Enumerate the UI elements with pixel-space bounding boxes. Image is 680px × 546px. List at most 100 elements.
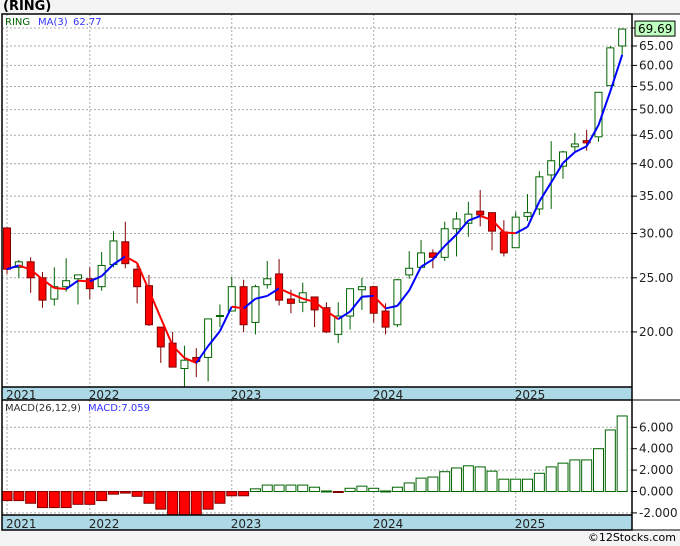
macd-bar-positive bbox=[380, 490, 392, 493]
price-y-tick-label: 65.00 bbox=[639, 39, 673, 53]
macd-x-tick-label: 2022 bbox=[89, 517, 120, 531]
candle-down bbox=[476, 210, 485, 216]
candle-up bbox=[452, 218, 461, 230]
macd-y-tick-label: 0.000 bbox=[639, 485, 673, 499]
macd-bar-positive bbox=[522, 478, 534, 493]
macd-bar-positive bbox=[368, 487, 380, 493]
macd-bar-negative bbox=[72, 491, 84, 505]
macd-bar-negative bbox=[13, 491, 25, 502]
chart-svg: 20.00 25.00 30.00 35.00 40.00 45.00 50.00 55.00… bbox=[0, 13, 680, 531]
macd-bar-negative bbox=[226, 491, 238, 497]
macd-bar-negative bbox=[155, 491, 167, 510]
macd-bar-negative bbox=[238, 491, 250, 497]
macd-bar-positive bbox=[581, 459, 593, 492]
candle-up bbox=[109, 240, 118, 266]
macd-bar-negative bbox=[25, 491, 37, 504]
candle-up bbox=[62, 280, 71, 288]
macd-bar-positive bbox=[557, 462, 569, 492]
macd-bar-negative bbox=[84, 491, 96, 505]
macd-bar-positive bbox=[320, 490, 332, 493]
macd-bar-positive bbox=[604, 429, 616, 493]
macd-bar-positive bbox=[616, 415, 628, 492]
macd-bar-negative bbox=[119, 491, 131, 494]
ma-line-segment bbox=[361, 294, 374, 298]
ma-line-segment bbox=[54, 287, 67, 291]
candle-down bbox=[381, 310, 390, 328]
macd-bar-positive bbox=[309, 486, 321, 493]
macd-bar-positive bbox=[415, 477, 427, 492]
candle-down bbox=[369, 286, 378, 314]
price-y-tick-label: 45.00 bbox=[639, 128, 673, 142]
macd-bar-positive bbox=[498, 478, 510, 493]
candle-up bbox=[570, 143, 579, 148]
candle-up bbox=[547, 160, 556, 176]
macd-bar-positive bbox=[261, 484, 273, 492]
macd-y-tick-label: 4.000 bbox=[639, 442, 673, 456]
candle-down bbox=[133, 268, 142, 288]
candle-down bbox=[156, 326, 165, 348]
candle-up bbox=[73, 274, 82, 280]
macd-x-tick-label: 2021 bbox=[6, 517, 37, 531]
candle-down bbox=[121, 241, 130, 265]
macd-bar-negative bbox=[190, 491, 202, 515]
candle-down bbox=[286, 298, 295, 304]
legend-macd-value: MACD:7.059 bbox=[88, 403, 150, 414]
candle-down bbox=[3, 227, 11, 270]
legend-macd-label: MACD(26,12,9) bbox=[5, 403, 81, 414]
macd-bar-positive bbox=[391, 486, 403, 493]
ma-line-segment bbox=[503, 231, 516, 235]
price-y-tick-label: 60.00 bbox=[639, 58, 673, 72]
candle-up bbox=[523, 212, 532, 217]
macd-bar-negative bbox=[107, 491, 119, 495]
candle-up bbox=[215, 315, 224, 318]
macd-y-tick-label: -2.000 bbox=[639, 506, 678, 520]
macd-x-tick-label: 2023 bbox=[231, 517, 262, 531]
price-y-tick-label: 25.00 bbox=[639, 271, 673, 285]
macd-bar-positive bbox=[285, 484, 297, 492]
macd-bar-negative bbox=[143, 491, 155, 504]
price-y-tick-label: 40.00 bbox=[639, 157, 673, 171]
macd-y-tick-label: 6.000 bbox=[639, 420, 673, 434]
price-y-tick-label: 35.00 bbox=[639, 189, 673, 203]
macd-bar-negative bbox=[2, 491, 13, 502]
macd-bar-negative bbox=[214, 491, 226, 504]
candle-down bbox=[499, 231, 508, 254]
macd-bar-positive bbox=[545, 466, 557, 493]
macd-bar-positive bbox=[486, 470, 498, 493]
macd-bar-positive bbox=[273, 484, 285, 492]
ma-line-segment bbox=[77, 279, 90, 283]
stock-chart: (RING) 20.00 25.00 30.00 35.00 40.00 45.00 50.… bbox=[0, 0, 680, 546]
candle-up bbox=[405, 267, 414, 276]
macd-bar-positive bbox=[344, 487, 356, 493]
candle-up bbox=[180, 359, 189, 370]
last-price-label: 69.69 bbox=[638, 22, 672, 36]
macd-x-tick-label: 2024 bbox=[373, 517, 404, 531]
macd-bar-positive bbox=[297, 484, 309, 492]
candle-up bbox=[263, 278, 272, 286]
macd-bar-positive bbox=[439, 471, 451, 492]
macd-bar-positive bbox=[569, 459, 581, 492]
macd-bar-negative bbox=[48, 491, 60, 509]
macd-bar-positive bbox=[593, 448, 604, 493]
macd-bar-negative bbox=[178, 491, 190, 515]
macd-bar-negative bbox=[36, 491, 48, 509]
macd-bar-positive bbox=[356, 485, 368, 492]
macd-y-tick-label: 2.000 bbox=[639, 463, 673, 477]
legend-symbol: RING bbox=[5, 17, 31, 28]
macd-bar-positive bbox=[474, 466, 486, 493]
macd-x-tick-label: 2025 bbox=[515, 517, 546, 531]
macd-bar-negative bbox=[202, 491, 214, 510]
macd-bar-positive bbox=[249, 488, 261, 493]
candle-up bbox=[251, 286, 260, 323]
candle-down bbox=[275, 273, 284, 301]
macd-bar-negative bbox=[60, 491, 72, 509]
macd-bar-negative bbox=[131, 491, 143, 497]
candle-up bbox=[357, 286, 366, 291]
candle-up bbox=[606, 47, 615, 87]
macd-bar-negative bbox=[167, 491, 179, 515]
candle-up bbox=[618, 28, 627, 47]
macd-bar-positive bbox=[510, 478, 522, 493]
macd-bar-positive bbox=[427, 476, 439, 492]
price-y-tick-label: 30.00 bbox=[639, 227, 673, 241]
legend-ma-value: 62.77 bbox=[73, 17, 102, 28]
